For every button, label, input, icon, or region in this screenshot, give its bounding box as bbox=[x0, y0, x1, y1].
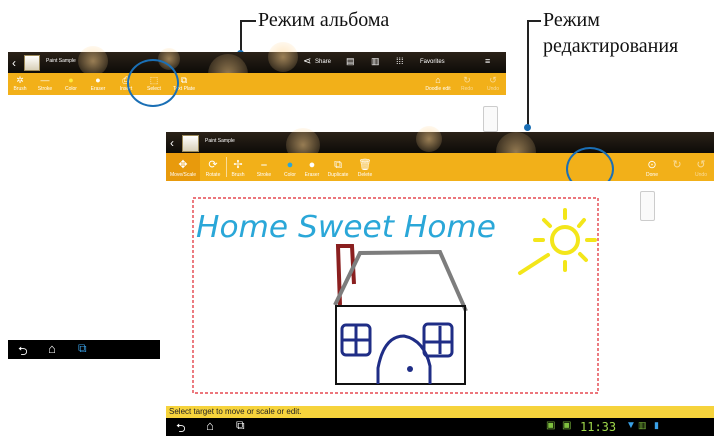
album-tool-brush[interactable]: ✲ Brush bbox=[8, 73, 32, 92]
recent-apps-icon[interactable]: ⧉ bbox=[78, 341, 87, 356]
undo-icon: ↺ bbox=[696, 159, 706, 171]
rotate-icon: ⟳ bbox=[208, 159, 218, 171]
color-icon: ● bbox=[68, 75, 74, 85]
redo-icon: ↻ bbox=[463, 75, 471, 85]
brush-icon: ✲ bbox=[16, 75, 24, 85]
edit-toolbar: ✥ Move/Scale ⟳ Rotate ✢ Brush ⎯ Stroke ● Colo… bbox=[166, 153, 714, 181]
album-annotation-leader-v bbox=[240, 20, 242, 52]
album-toolbar: ✲ Brush — Stroke ● Color ● Eraser ⎙ Insert ⬚ S… bbox=[8, 73, 506, 95]
edit-tool-duplicate[interactable]: ⧉ Duplicate bbox=[323, 153, 353, 178]
edit-mode-annotation-line2: редактирования bbox=[543, 35, 679, 57]
edit-back-icon[interactable]: ‹ bbox=[170, 137, 174, 149]
edit-annotation-leader-v bbox=[527, 20, 529, 126]
share-icon[interactable]: ⋖ bbox=[303, 56, 311, 67]
album-thumbnail bbox=[24, 55, 40, 71]
eraser-icon: ● bbox=[95, 75, 101, 85]
eraser-icon: ● bbox=[308, 159, 316, 171]
edit-annotation-dot bbox=[524, 124, 531, 131]
album-nav-bar: ⮌ ⌂ ⧉ bbox=[8, 340, 160, 359]
edit-scroll-handle[interactable] bbox=[640, 191, 655, 221]
duplicate-icon: ⧉ bbox=[334, 159, 342, 171]
album-back-icon[interactable]: ‹ bbox=[12, 57, 16, 69]
edit-tool-stroke[interactable]: ⎯ Stroke bbox=[249, 153, 279, 178]
home-nav-icon[interactable]: ⌂ bbox=[48, 341, 56, 356]
status-message-bar: Select target to move or scale or edit. bbox=[166, 406, 714, 418]
album-tool-doodle-edit[interactable]: ⌂ Doodle edit bbox=[422, 73, 454, 92]
select-tool-highlight bbox=[127, 59, 179, 107]
clock: 11:33 bbox=[580, 420, 617, 434]
edit-nav-bar: ⮌ ⌂ ⧉ ▣ ▣ 11:33 ▼ ▥ ▮ bbox=[166, 418, 714, 436]
notification-icon[interactable]: ▣ bbox=[546, 420, 555, 431]
text-plate-icon: ⧉ bbox=[180, 75, 188, 85]
wifi-icon: ▼ bbox=[626, 420, 636, 431]
edit-tool-color[interactable]: ● Color bbox=[279, 153, 301, 178]
bokeh-light bbox=[78, 46, 108, 76]
album-title: Paint Sample bbox=[46, 58, 76, 64]
trash-icon: 🗑 bbox=[358, 159, 372, 171]
brush-icon: ✢ bbox=[233, 159, 243, 171]
album-annotation-leader-h bbox=[240, 20, 256, 22]
battery-icon: ▮ bbox=[654, 420, 659, 430]
edit-tool-brush[interactable]: ✢ Brush bbox=[227, 153, 249, 178]
status-message: Select target to move or scale or edit. bbox=[169, 407, 302, 416]
back-nav-icon[interactable]: ⮌ bbox=[18, 342, 28, 363]
doc-icon-2[interactable]: ▥ bbox=[371, 56, 380, 67]
edit-tool-rotate[interactable]: ⟳ Rotate bbox=[200, 153, 226, 178]
redo-icon: ↻ bbox=[672, 159, 682, 171]
share-button[interactable]: Share bbox=[315, 59, 331, 65]
album-scroll-handle[interactable] bbox=[483, 106, 498, 132]
bokeh-light bbox=[268, 42, 298, 72]
edit-done-button[interactable]: ⊙ Done bbox=[638, 153, 666, 178]
edit-tool-delete[interactable]: 🗑 Delete bbox=[353, 153, 377, 178]
stroke-icon: ⎯ bbox=[261, 159, 267, 171]
bokeh-light bbox=[416, 126, 442, 152]
edit-thumbnail bbox=[182, 135, 199, 152]
favorites-dropdown[interactable]: Favorites bbox=[420, 59, 445, 65]
album-tool-stroke[interactable]: — Stroke bbox=[32, 73, 58, 92]
menu-icon[interactable]: ≡ bbox=[485, 56, 490, 66]
album-tool-redo[interactable]: ↻ Redo bbox=[454, 73, 480, 92]
undo-icon: ↺ bbox=[489, 75, 497, 85]
album-tool-eraser[interactable]: ● Eraser bbox=[84, 73, 112, 92]
edit-annotation-leader-h bbox=[527, 20, 541, 22]
edit-title: Paint Sample bbox=[205, 138, 235, 144]
back-nav-icon[interactable]: ⮌ bbox=[176, 419, 186, 440]
drawing-canvas[interactable] bbox=[166, 181, 714, 406]
move-icon: ✥ bbox=[178, 159, 188, 171]
signal-icon: ▥ bbox=[638, 420, 647, 430]
doc-icon[interactable]: ▤ bbox=[346, 56, 355, 67]
color-icon: ● bbox=[286, 159, 294, 171]
album-tool-color[interactable]: ● Color bbox=[58, 73, 84, 92]
recent-apps-icon[interactable]: ⧉ bbox=[236, 418, 245, 433]
edit-undo-button[interactable]: ↺ Undo bbox=[688, 153, 714, 178]
album-mode-annotation: Режим альбома bbox=[258, 9, 390, 31]
notification-icon-2[interactable]: ▣ bbox=[562, 420, 571, 431]
home-nav-icon[interactable]: ⌂ bbox=[206, 418, 214, 433]
album-tool-undo[interactable]: ↺ Undo bbox=[480, 73, 506, 92]
edit-tool-eraser[interactable]: ● Eraser bbox=[301, 153, 323, 178]
grid-icon[interactable]: ⁞⁞⁞ bbox=[396, 56, 404, 66]
edit-top-bar bbox=[166, 126, 714, 172]
doodle-edit-icon: ⌂ bbox=[435, 75, 441, 85]
check-circle-icon: ⊙ bbox=[647, 159, 657, 171]
edit-redo-button[interactable]: ↻ bbox=[666, 153, 688, 172]
edit-tool-move-scale[interactable]: ✥ Move/Scale bbox=[166, 153, 200, 181]
edit-mode-annotation-line1: Режим bbox=[543, 9, 600, 31]
stroke-icon: — bbox=[40, 75, 50, 85]
